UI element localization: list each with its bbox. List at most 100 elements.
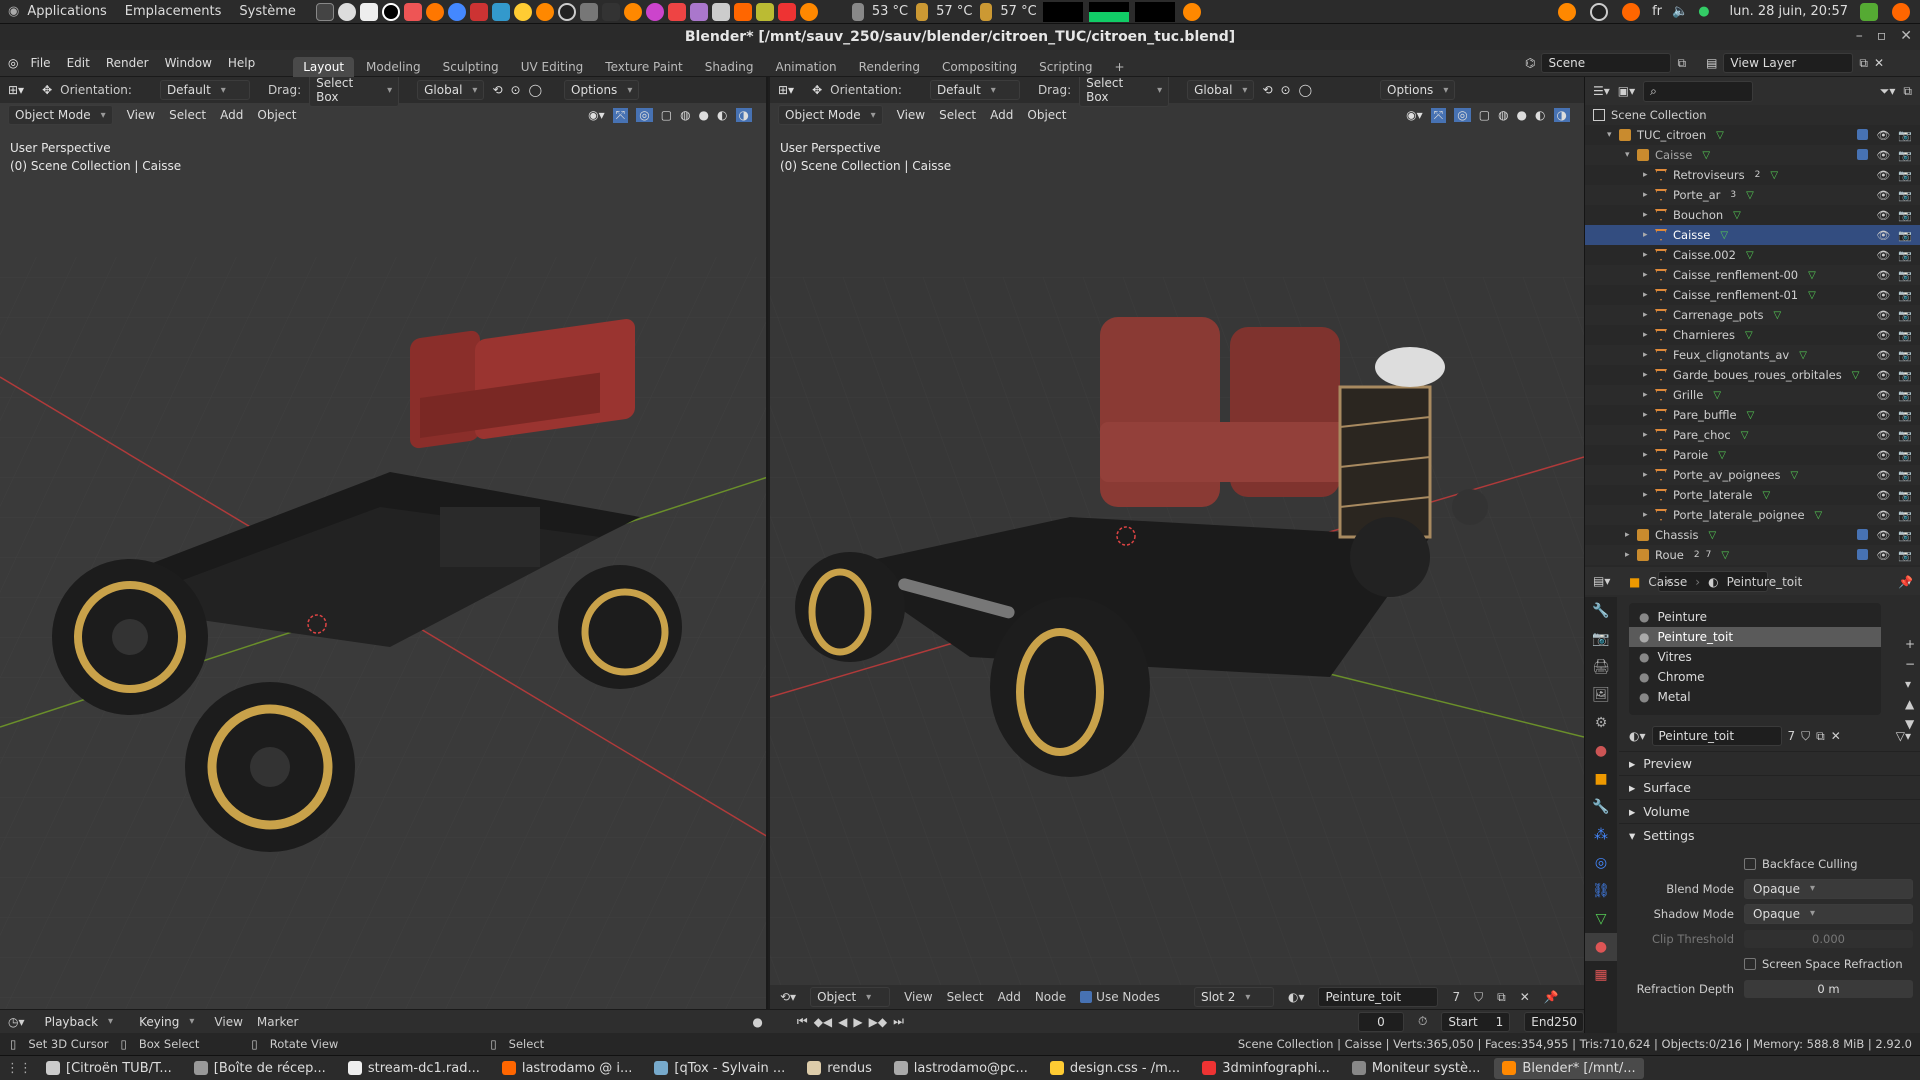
xray-icon[interactable]: ▢ [1479,108,1490,122]
taskbar-item[interactable]: [Citroën TUB/T... [38,1058,180,1079]
material-slot[interactable]: ● Chrome [1629,667,1881,687]
eye-icon[interactable]: 👁 [1876,349,1890,362]
eye-icon[interactable]: 👁 [1876,129,1890,142]
app-icon[interactable] [337,2,356,21]
camera-icon[interactable]: 📷 [1898,329,1912,342]
backface-culling-checkbox[interactable] [1744,857,1756,870]
solid-shading-icon[interactable]: ● [699,108,709,122]
firefox-icon[interactable] [425,2,444,21]
taskbar-item[interactable]: stream-dc1.rad... [340,1058,488,1079]
eye-icon[interactable]: 👁 [1876,449,1890,462]
expand-toggle-icon[interactable]: ▸ [1643,450,1655,460]
transform-orientation-dropdown[interactable]: Global [417,80,485,100]
blender-icon[interactable] [1182,2,1201,21]
tab-modeling[interactable]: Modeling [356,57,431,77]
transform-orientation-dropdown[interactable]: Global [1187,80,1255,100]
tab-animation[interactable]: Animation [765,57,846,77]
material-slot[interactable]: ● Vitres [1629,647,1881,667]
eye-icon[interactable]: 👁 [1876,509,1890,522]
taskbar-item[interactable]: lastrodamo@pc... [886,1058,1036,1079]
outliner-row[interactable]: ▸ Caisse ▽ 👁 📷 [1585,225,1920,245]
maximize-icon[interactable]: ▫ [1877,28,1887,44]
current-frame-field[interactable]: 0 [1357,1011,1404,1032]
taskbar-item[interactable]: Moniteur systè... [1344,1058,1489,1079]
menu-add[interactable]: Add [220,108,243,122]
tab-shading[interactable]: Shading [695,57,764,77]
material-shading-icon[interactable]: ◐ [717,108,727,122]
chrome-icon[interactable] [447,2,466,21]
editor-type-icon[interactable]: ⟲▾ [780,990,796,1004]
camera-icon[interactable]: 📷 [1898,149,1912,162]
menu-object[interactable]: Object [257,108,296,122]
outliner-row[interactable]: ▸ Charnieres ▽ 👁 📷 [1585,325,1920,345]
editor-type-icon[interactable]: ⊞▾ [8,83,24,97]
expand-toggle-icon[interactable]: ▸ [1643,190,1655,200]
eye-icon[interactable]: 👁 [1876,189,1890,202]
camera-icon[interactable]: 📷 [1898,349,1912,362]
editor-type-icon[interactable]: ☰▾ [1593,84,1610,98]
refraction-depth-field[interactable]: 0 m [1744,979,1913,998]
expand-toggle-icon[interactable]: ▸ [1643,170,1655,180]
outliner-row[interactable]: ▸ Caisse_renflement-01 ▽ 👁 📷 [1585,285,1920,305]
options-dropdown[interactable]: Options [1380,80,1456,100]
app-icon[interactable] [403,2,422,21]
menu-view[interactable]: View [127,108,155,122]
eye-icon[interactable]: 👁 [1876,169,1890,182]
unlink-material-icon[interactable]: ✕ [1831,729,1841,743]
expand-toggle-icon[interactable]: ▾ [1625,150,1637,160]
eye-icon[interactable]: 👁 [1876,289,1890,302]
expand-toggle-icon[interactable]: ▸ [1643,290,1655,300]
eye-icon[interactable]: 👁 [1876,209,1890,222]
mesh-data-icon[interactable]: ▽ [1718,450,1726,461]
mesh-data-icon[interactable]: ▽ [1716,130,1724,141]
outliner-row[interactable]: ▸ Pare_buffle ▽ 👁 📷 [1585,405,1920,425]
app-icon[interactable] [469,2,488,21]
mesh-data-icon[interactable]: ▽ [1773,310,1781,321]
duplicate-material-icon[interactable]: ⧉ [1497,990,1506,1005]
blender-icon[interactable] [1558,2,1577,21]
files-icon[interactable] [359,2,378,21]
mesh-data-icon[interactable]: ▽ [1791,470,1799,481]
clip-threshold-field[interactable]: 0.000 [1744,929,1913,948]
taskbar-item[interactable]: Blender* [/mnt/... [1494,1057,1644,1079]
outliner-row-scene-collection[interactable]: Scene Collection [1585,105,1920,125]
mesh-data-icon[interactable]: ▽ [1763,490,1771,501]
clock[interactable]: lun. 28 juin, 20:57 [1730,4,1848,19]
taskbar-item[interactable]: 3dminfographi... [1194,1058,1338,1079]
menu-playback[interactable]: Playback [39,1013,120,1031]
menu-emplacements[interactable]: Emplacements [125,4,222,19]
pin-icon[interactable]: 📌 [1544,990,1559,1004]
eye-icon[interactable]: 👁 [1876,429,1890,442]
visibility-icon[interactable]: ◉▾ [1406,108,1423,122]
camera-icon[interactable]: 📷 [1898,289,1912,302]
camera-icon[interactable]: 📷 [1898,429,1912,442]
app-icon[interactable] [579,2,598,21]
menu-file[interactable]: File [22,56,58,70]
shadow-mode-dropdown[interactable]: Opaque [1744,903,1913,924]
add-workspace-button[interactable]: + [1105,57,1135,77]
panel-settings[interactable]: ▾ Settings [1619,823,1920,847]
constraints-tab-icon[interactable]: ⛓ [1585,877,1617,905]
particles-tab-icon[interactable]: ⁂ [1585,821,1617,849]
menu-edit[interactable]: Edit [59,56,98,70]
fake-user-icon[interactable]: ⛉ [1801,729,1810,744]
menu-select[interactable]: Select [947,990,984,1004]
menu-applications[interactable]: Applications [27,4,106,19]
material-browse-icon[interactable]: ◐▾ [1629,729,1646,743]
expand-toggle-icon[interactable]: ▸ [1643,230,1655,240]
outliner-search-input[interactable]: ⌕ [1643,80,1754,102]
rendered-shading-icon[interactable]: ◑ [1553,108,1570,122]
outliner-row[interactable]: ▸ Bouchon ▽ 👁 📷 [1585,205,1920,225]
eye-icon[interactable]: 👁 [1876,369,1890,382]
mesh-data-icon[interactable]: ▽ [1746,190,1754,201]
output-tab-icon[interactable]: 🖨 [1585,653,1617,681]
outliner-row[interactable]: ▸ Paroie ▽ 👁 📷 [1585,445,1920,465]
blender-icon[interactable] [623,2,642,21]
remove-slot-button[interactable]: − [1905,657,1915,671]
scene-icon[interactable]: ⌬ [1525,56,1535,70]
desktop-grid-icon[interactable]: ⋮⋮ [6,1061,32,1076]
expand-toggle-icon[interactable]: ▾ [1607,130,1619,140]
tab-layout[interactable]: Layout [293,56,355,77]
ssr-checkbox[interactable] [1744,957,1756,970]
taskbar-item[interactable]: [Boîte de récep... [186,1058,334,1079]
